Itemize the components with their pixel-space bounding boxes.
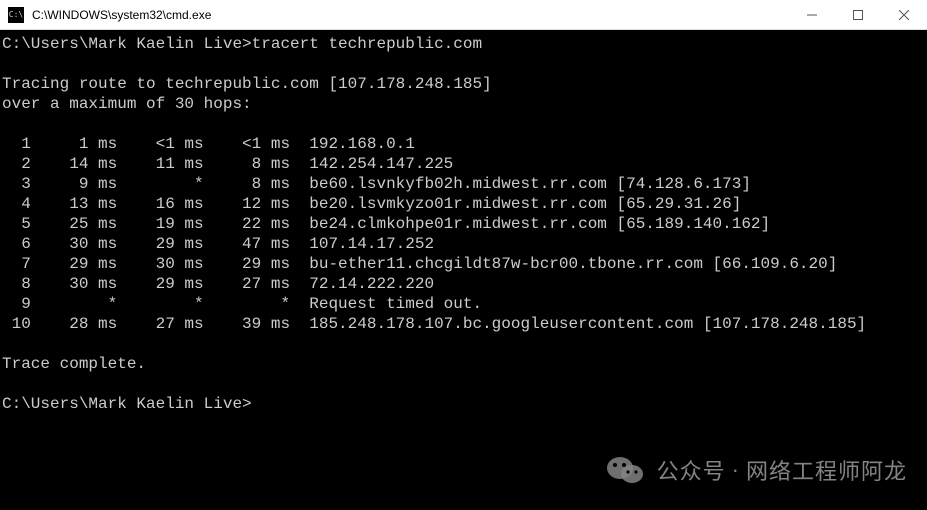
window-titlebar: C:\ C:\WINDOWS\system32\cmd.exe: [0, 0, 927, 30]
wechat-icon: [605, 450, 645, 490]
minimize-button[interactable]: [789, 0, 835, 29]
command-text: tracert techrepublic.com: [252, 35, 482, 53]
trace-header-2: over a maximum of 30 hops:: [2, 95, 252, 113]
prompt-end: C:\Users\Mark Kaelin Live>: [2, 395, 252, 413]
watermark: 公众号 · 网络工程师阿龙: [605, 450, 907, 490]
window-title: C:\WINDOWS\system32\cmd.exe: [32, 8, 789, 22]
close-icon: [899, 10, 909, 20]
cmd-icon: C:\: [8, 7, 24, 23]
maximize-icon: [853, 10, 863, 20]
maximize-button[interactable]: [835, 0, 881, 29]
prompt: C:\Users\Mark Kaelin Live>: [2, 35, 252, 53]
close-button[interactable]: [881, 0, 927, 29]
trace-header-1: Tracing route to techrepublic.com [107.1…: [2, 75, 492, 93]
cmd-icon-glyph: C:\: [9, 11, 23, 19]
trace-complete: Trace complete.: [2, 355, 146, 373]
terminal-output[interactable]: C:\Users\Mark Kaelin Live>tracert techre…: [0, 30, 927, 418]
watermark-name: 网络工程师阿龙: [746, 454, 907, 486]
watermark-label: 公众号: [657, 454, 726, 486]
hops-list: 1 1 ms <1 ms <1 ms 192.168.0.1 2 14 ms 1…: [2, 135, 866, 333]
prompt-line: C:\Users\Mark Kaelin Live>tracert techre…: [2, 35, 482, 53]
window-controls: [789, 0, 927, 29]
watermark-separator: ·: [732, 457, 740, 483]
minimize-icon: [807, 10, 817, 20]
